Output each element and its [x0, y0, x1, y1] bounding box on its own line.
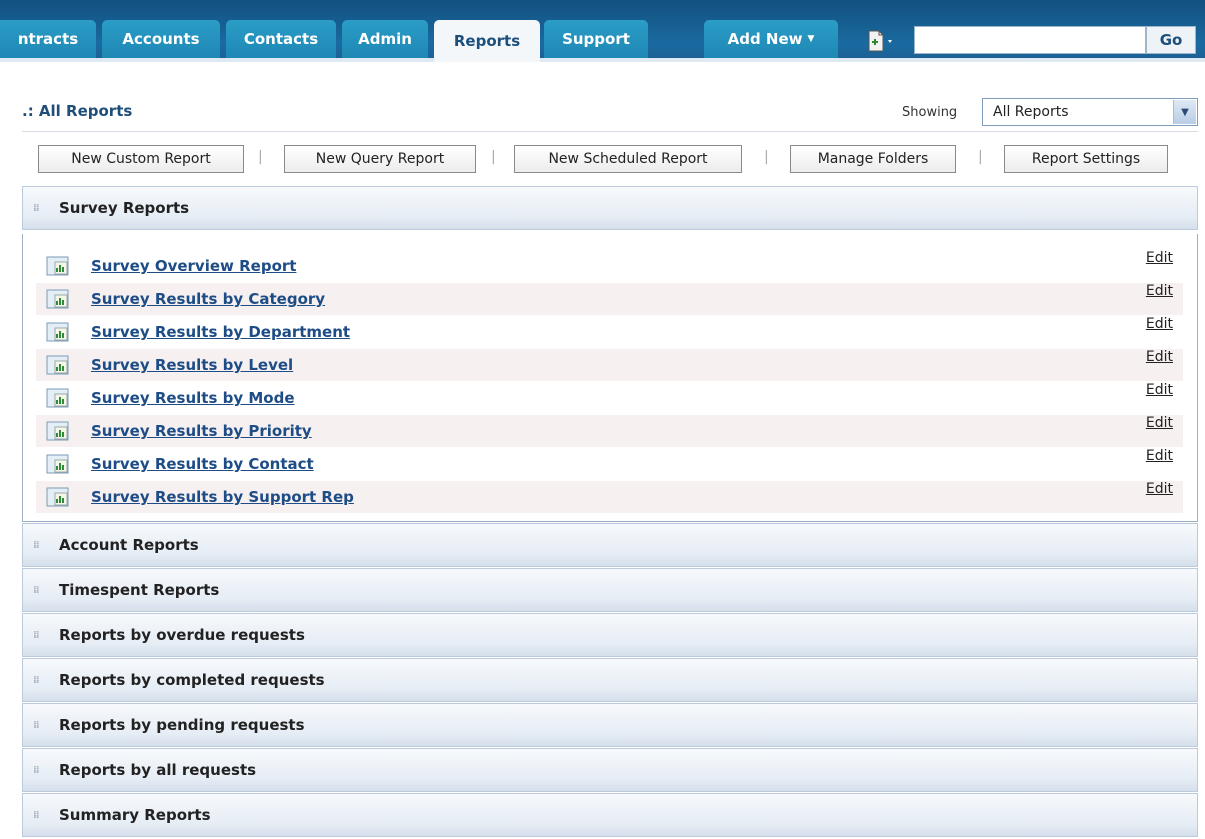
- report-link[interactable]: Survey Results by Category: [91, 290, 325, 308]
- report-link[interactable]: Survey Overview Report: [91, 257, 296, 275]
- section-title: Reports by pending requests: [59, 716, 305, 734]
- search-input[interactable]: [914, 26, 1146, 54]
- report-link[interactable]: Survey Results by Department: [91, 323, 350, 341]
- list-item: Survey Results by Support Rep Edit: [36, 481, 1183, 513]
- showing-select-value: All Reports: [993, 104, 1069, 120]
- new-query-report-button[interactable]: New Query Report: [284, 145, 476, 173]
- showing-label: Showing: [902, 105, 958, 120]
- edit-link[interactable]: Edit: [1146, 415, 1173, 431]
- new-custom-report-button[interactable]: New Custom Report: [38, 145, 244, 173]
- section-title: Timespent Reports: [59, 581, 220, 599]
- tab-support[interactable]: Support: [544, 20, 648, 58]
- tab-contracts[interactable]: ntracts: [0, 20, 96, 58]
- tab-admin[interactable]: Admin: [342, 20, 428, 58]
- report-icon: [46, 256, 69, 276]
- showing-select[interactable]: All Reports ▼: [982, 98, 1198, 126]
- edit-link[interactable]: Edit: [1146, 316, 1173, 332]
- tab-label: Admin: [358, 30, 412, 48]
- drag-handle-icon[interactable]: ⁞⁞: [33, 675, 43, 686]
- drag-handle-icon[interactable]: ⁞⁞: [33, 765, 43, 776]
- section-title: Reports by all requests: [59, 761, 257, 779]
- new-scheduled-report-button[interactable]: New Scheduled Report: [514, 145, 742, 173]
- section-account-reports[interactable]: ⁞⁞ Account Reports: [22, 523, 1198, 567]
- toolbar-separator: |: [978, 149, 983, 165]
- manage-folders-button[interactable]: Manage Folders: [790, 145, 956, 173]
- edit-link[interactable]: Edit: [1146, 349, 1173, 365]
- drag-handle-icon[interactable]: ⁞⁞: [33, 203, 43, 214]
- tab-contacts[interactable]: Contacts: [226, 20, 336, 58]
- report-icon: [46, 487, 69, 507]
- report-icon: [46, 388, 69, 408]
- report-settings-button[interactable]: Report Settings: [1004, 145, 1168, 173]
- chevron-down-icon[interactable]: ▼: [1173, 100, 1196, 124]
- list-item: Survey Results by Category Edit: [36, 283, 1183, 315]
- drag-handle-icon[interactable]: ⁞⁞: [33, 810, 43, 821]
- tab-label: Support: [562, 30, 630, 48]
- report-link[interactable]: Survey Results by Mode: [91, 389, 295, 407]
- list-item: Survey Results by Priority Edit: [36, 415, 1183, 447]
- toolbar-separator: |: [258, 149, 263, 165]
- drag-handle-icon[interactable]: ⁞⁞: [33, 540, 43, 551]
- chevron-down-icon: ▼: [807, 34, 815, 44]
- toolbar-separator: |: [764, 149, 769, 165]
- new-document-icon: [868, 30, 892, 52]
- edit-link[interactable]: Edit: [1146, 481, 1173, 497]
- edit-link[interactable]: Edit: [1146, 250, 1173, 266]
- list-item: Survey Results by Mode Edit: [36, 382, 1183, 414]
- section-title: Survey Reports: [59, 199, 190, 217]
- drag-handle-icon[interactable]: ⁞⁞: [33, 720, 43, 731]
- report-icon: [46, 322, 69, 342]
- quick-create-button[interactable]: [858, 26, 902, 56]
- tab-label: ntracts: [17, 30, 79, 48]
- section-title: Reports by completed requests: [59, 671, 325, 689]
- edit-link[interactable]: Edit: [1146, 382, 1173, 398]
- report-link[interactable]: Survey Results by Priority: [91, 422, 312, 440]
- edit-link[interactable]: Edit: [1146, 283, 1173, 299]
- section-timespent-reports[interactable]: ⁞⁞ Timespent Reports: [22, 568, 1198, 612]
- report-icon: [46, 421, 69, 441]
- nav-underline: [0, 58, 1205, 62]
- report-icon: [46, 454, 69, 474]
- tab-label: Accounts: [122, 30, 200, 48]
- toolbar-separator: |: [491, 149, 496, 165]
- report-icon: [46, 289, 69, 309]
- report-link[interactable]: Survey Results by Support Rep: [91, 488, 354, 506]
- section-survey-reports[interactable]: ⁞⁞ Survey Reports: [22, 186, 1198, 230]
- section-pending-reports[interactable]: ⁞⁞ Reports by pending requests: [22, 703, 1198, 747]
- section-completed-reports[interactable]: ⁞⁞ Reports by completed requests: [22, 658, 1198, 702]
- section-title: Reports by overdue requests: [59, 626, 305, 644]
- tab-accounts[interactable]: Accounts: [102, 20, 220, 58]
- edit-link[interactable]: Edit: [1146, 448, 1173, 464]
- report-link[interactable]: Survey Results by Level: [91, 356, 293, 374]
- drag-handle-icon[interactable]: ⁞⁞: [33, 585, 43, 596]
- list-item: Survey Results by Contact Edit: [36, 448, 1183, 480]
- page-title: .: All Reports: [22, 102, 133, 120]
- add-new-button[interactable]: Add New ▼: [704, 20, 838, 58]
- add-new-label: Add New: [727, 30, 803, 48]
- go-button[interactable]: Go: [1146, 26, 1196, 54]
- tab-reports[interactable]: Reports: [434, 20, 540, 62]
- section-title: Account Reports: [59, 536, 199, 554]
- list-item: Survey Overview Report Edit: [36, 250, 1183, 282]
- divider: [22, 131, 1198, 132]
- section-summary-reports[interactable]: ⁞⁞ Summary Reports: [22, 793, 1198, 837]
- tab-label: Reports: [453, 32, 521, 50]
- list-item: Survey Results by Department Edit: [36, 316, 1183, 348]
- survey-reports-list: Survey Overview Report Edit Survey Resul…: [22, 234, 1198, 522]
- section-overdue-reports[interactable]: ⁞⁞ Reports by overdue requests: [22, 613, 1198, 657]
- drag-handle-icon[interactable]: ⁞⁞: [33, 630, 43, 641]
- tab-label: Contacts: [243, 30, 319, 48]
- report-icon: [46, 355, 69, 375]
- section-all-requests-reports[interactable]: ⁞⁞ Reports by all requests: [22, 748, 1198, 792]
- section-title: Summary Reports: [59, 806, 211, 824]
- report-link[interactable]: Survey Results by Contact: [91, 455, 314, 473]
- list-item: Survey Results by Level Edit: [36, 349, 1183, 381]
